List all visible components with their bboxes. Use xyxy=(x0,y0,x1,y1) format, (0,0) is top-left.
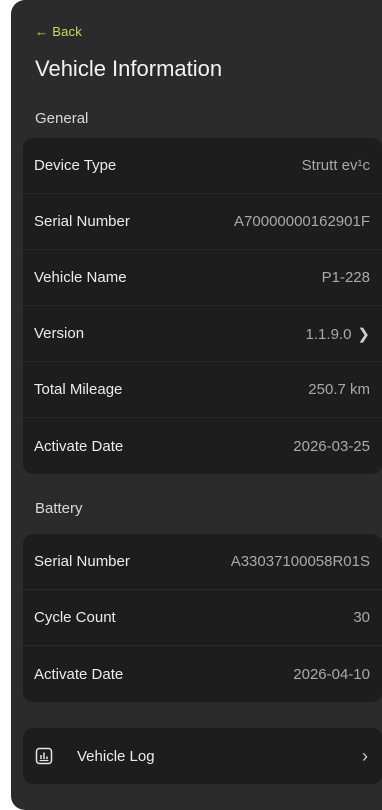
general-info-card: Device Type Strutt ev¹c Serial Number A7… xyxy=(23,138,382,474)
row-value: 30 xyxy=(353,609,370,626)
page-title: Vehicle Information xyxy=(35,56,223,81)
row-value: A70000000162901F xyxy=(234,213,370,230)
row-activate-date: Activate Date 2026-03-25 xyxy=(23,418,382,474)
row-label: Activate Date xyxy=(34,665,124,683)
row-cycle-count: Cycle Count 30 xyxy=(23,590,382,646)
row-serial-number: Serial Number A70000000162901F xyxy=(23,194,382,250)
row-label: Activate Date xyxy=(34,437,124,455)
section-label-general: General xyxy=(35,110,89,127)
row-label: Total Mileage xyxy=(34,381,123,398)
chevron-right-icon: ❯ xyxy=(357,325,370,343)
row-value: 250.7 km xyxy=(308,381,370,398)
row-value: 2026-03-25 xyxy=(293,437,370,455)
chevron-right-icon: › xyxy=(362,745,368,766)
row-value: Strutt ev¹c xyxy=(301,157,370,174)
row-device-type: Device Type Strutt ev¹c xyxy=(23,138,382,194)
row-battery-serial-number: Serial Number A33037100058R01S xyxy=(23,534,382,590)
vehicle-info-panel: ← Back Vehicle Information General Device… xyxy=(11,0,382,810)
row-value: 2026-04-10 xyxy=(293,665,370,683)
vehicle-log-label: Vehicle Log xyxy=(77,747,155,765)
back-link[interactable]: ← Back xyxy=(35,24,82,39)
row-vehicle-name[interactable]: Vehicle Name P1-228 xyxy=(23,250,382,306)
row-value: A33037100058R01S xyxy=(230,553,370,570)
row-value-wrap: 1.1.9.0 ❯ xyxy=(306,325,370,343)
section-label-battery: Battery xyxy=(35,500,83,517)
row-label: Cycle Count xyxy=(34,609,116,626)
vehicle-log-button[interactable]: Vehicle Log › xyxy=(23,728,382,784)
row-value: 1.1.9.0 xyxy=(305,325,352,343)
vehicle-log-left: Vehicle Log xyxy=(35,747,155,765)
row-label: Serial Number xyxy=(34,213,130,230)
row-battery-activate-date: Activate Date 2026-04-10 xyxy=(23,646,382,702)
chart-log-icon xyxy=(35,747,53,765)
battery-info-card: Serial Number A33037100058R01S Cycle Cou… xyxy=(23,534,382,702)
row-label: Device Type xyxy=(34,157,117,174)
back-arrow-icon: ← xyxy=(35,24,49,39)
row-label: Serial Number xyxy=(34,553,130,570)
row-label: Version xyxy=(34,325,85,342)
row-value: P1-228 xyxy=(321,269,370,286)
row-version[interactable]: Version 1.1.9.0 ❯ xyxy=(23,306,382,362)
back-label: Back xyxy=(52,24,82,39)
row-total-mileage: Total Mileage 250.7 km xyxy=(23,362,382,418)
row-label: Vehicle Name xyxy=(34,269,127,286)
